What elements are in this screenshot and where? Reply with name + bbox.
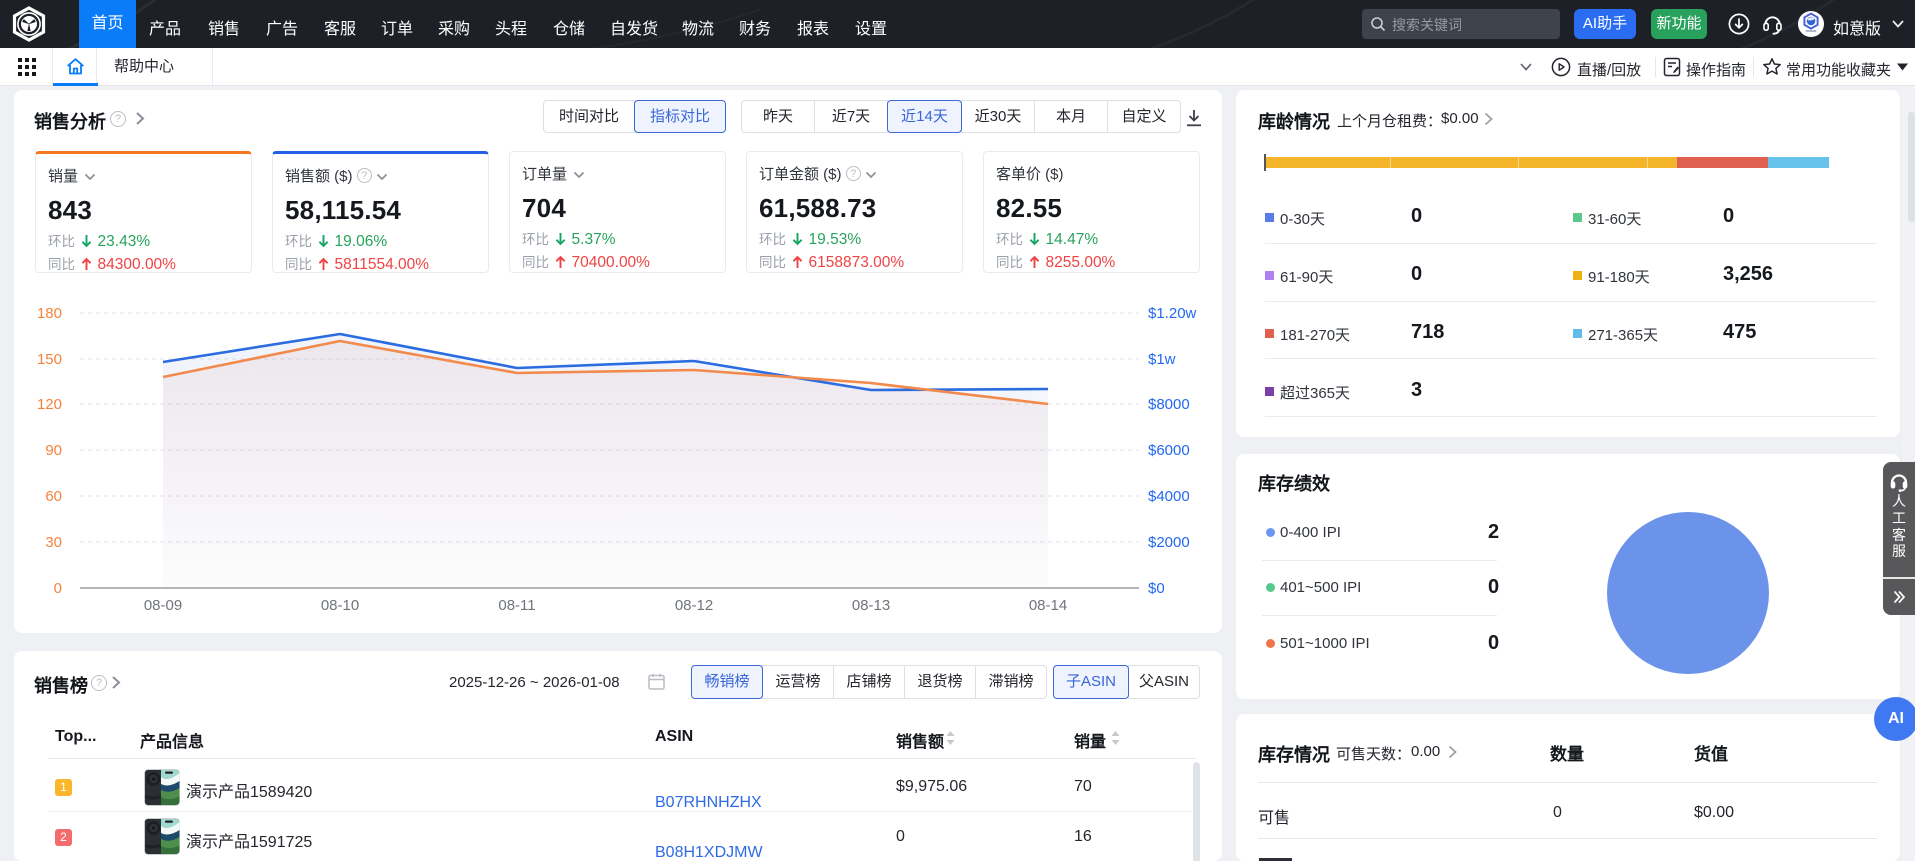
svg-text:$8000: $8000: [1148, 396, 1190, 413]
svg-text:08-14: 08-14: [1029, 597, 1067, 614]
svg-text:0: 0: [54, 580, 62, 597]
svg-text:180: 180: [37, 305, 62, 322]
svg-text:$1.20w: $1.20w: [1148, 305, 1197, 322]
svg-text:90: 90: [45, 442, 62, 459]
svg-text:$6000: $6000: [1148, 442, 1190, 459]
svg-text:$4000: $4000: [1148, 488, 1190, 505]
svg-text:08-13: 08-13: [852, 597, 890, 614]
svg-text:08-12: 08-12: [675, 597, 713, 614]
svg-text:08-11: 08-11: [498, 597, 535, 614]
svg-text:$1w: $1w: [1148, 351, 1176, 368]
svg-text:150: 150: [37, 351, 62, 368]
svg-text:$0: $0: [1148, 580, 1165, 597]
svg-text:08-10: 08-10: [321, 597, 359, 614]
svg-text:60: 60: [45, 488, 62, 505]
svg-text:30: 30: [45, 534, 62, 551]
svg-text:08-09: 08-09: [144, 597, 182, 614]
svg-text:120: 120: [37, 396, 62, 413]
svg-text:$2000: $2000: [1148, 534, 1190, 551]
